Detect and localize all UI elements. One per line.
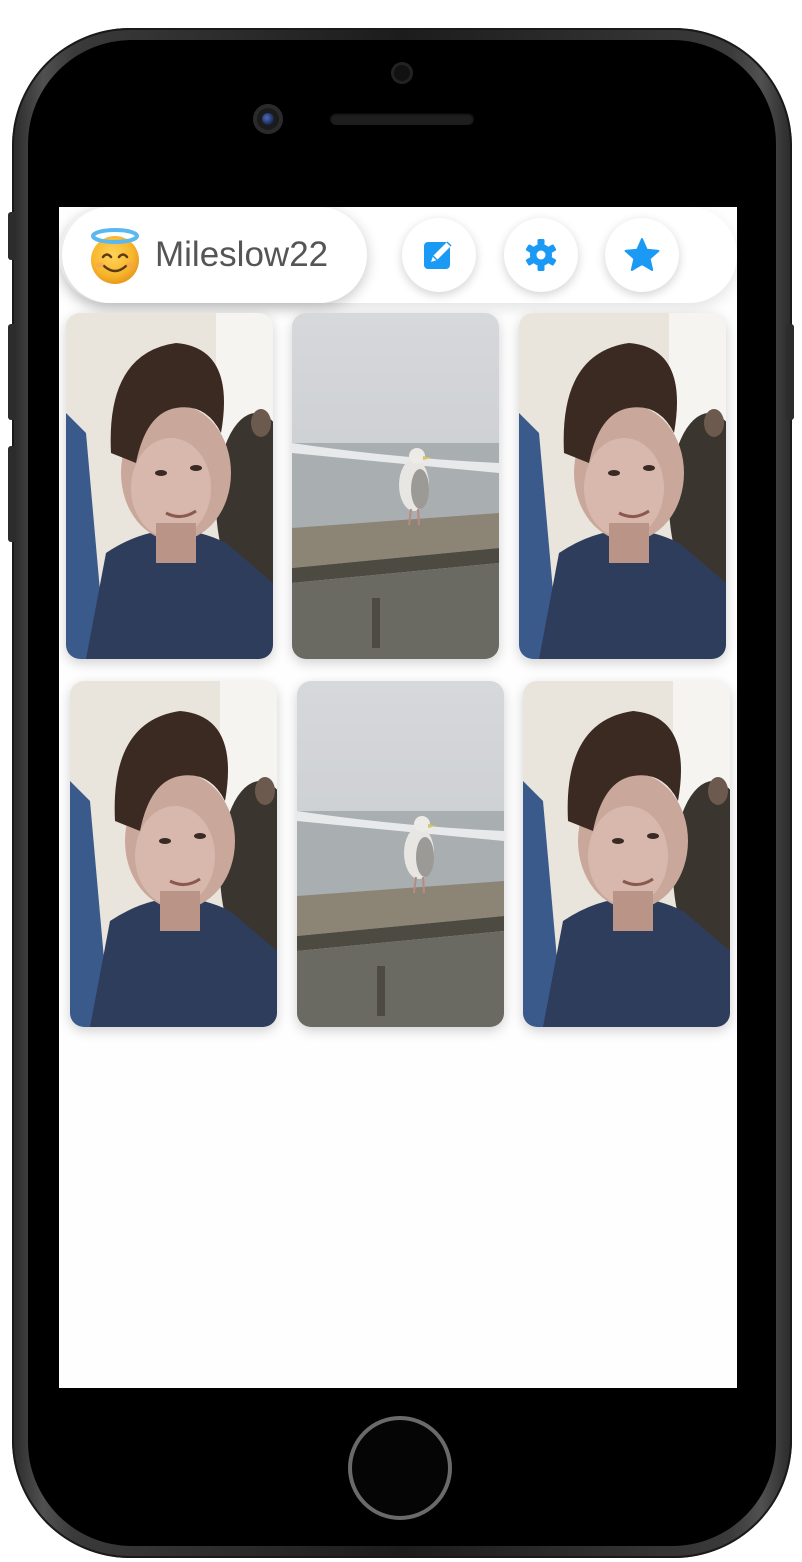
- edit-button[interactable]: [402, 218, 476, 292]
- favorites-button[interactable]: [605, 218, 679, 292]
- app-screen: Mileslow22: [59, 207, 737, 1388]
- mute-switch: [8, 212, 16, 260]
- photo-tile-selfie[interactable]: [66, 313, 273, 659]
- volume-down-button: [8, 446, 16, 542]
- smiling-face-with-halo-icon: [91, 228, 139, 284]
- profile-pill[interactable]: Mileslow22: [62, 207, 367, 303]
- selfie-photo: [519, 313, 726, 659]
- home-button[interactable]: [348, 1416, 452, 1520]
- earpiece-speaker: [330, 113, 474, 125]
- gear-icon: [525, 239, 557, 271]
- settings-button[interactable]: [504, 218, 578, 292]
- photo-tile-seagull[interactable]: [292, 313, 499, 659]
- photo-tile-seagull[interactable]: [297, 681, 504, 1027]
- selfie-photo: [70, 681, 277, 1027]
- edit-icon: [424, 241, 452, 269]
- username-label: Mileslow22: [155, 235, 329, 274]
- front-camera: [253, 104, 283, 134]
- seagull-photo: [292, 313, 499, 659]
- top-bar: Mileslow22: [59, 207, 737, 303]
- star-icon: [624, 238, 660, 271]
- photo-tile-selfie[interactable]: [70, 681, 277, 1027]
- selfie-photo: [523, 681, 730, 1027]
- power-button: [786, 324, 794, 420]
- seagull-photo: [297, 681, 504, 1027]
- proximity-sensor: [391, 62, 413, 84]
- photo-tile-selfie[interactable]: [523, 681, 730, 1027]
- volume-up-button: [8, 324, 16, 420]
- selfie-photo: [66, 313, 273, 659]
- photo-tile-selfie[interactable]: [519, 313, 726, 659]
